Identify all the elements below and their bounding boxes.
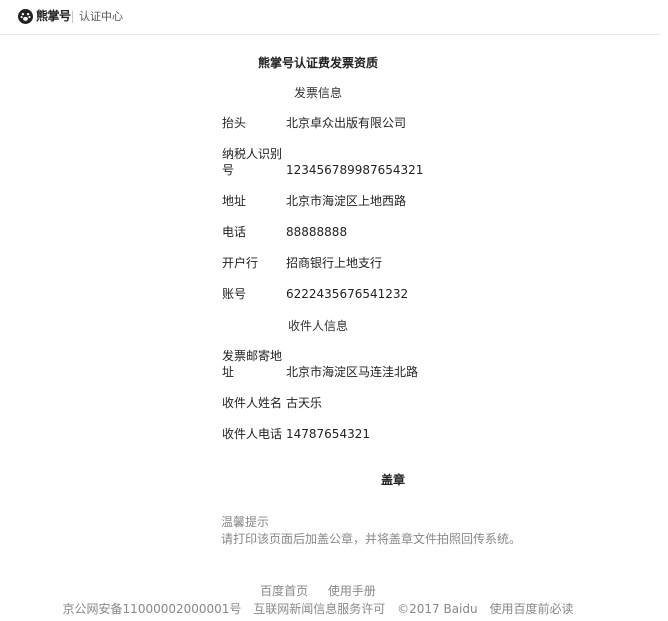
top-header: 熊掌号 认证中心 (0, 0, 660, 35)
footer-link-manual[interactable]: 使用手册 (328, 584, 376, 598)
row-value: 北京卓众出版有限公司 (286, 116, 407, 130)
page-title: 熊掌号认证费发票资质 (257, 56, 378, 70)
row-value: 古天乐 (286, 396, 323, 410)
row-label: 收件人姓名 (222, 396, 283, 410)
row-label: 纳税人识别号 (222, 147, 283, 177)
header-divider (72, 11, 73, 23)
invoice-section-heading: 发票信息 (294, 86, 343, 100)
row-label: 地址 (222, 194, 247, 208)
row-value: 123456789987654321 (286, 163, 424, 177)
row-label: 抬头 (222, 116, 247, 130)
footer-terms-link[interactable]: 使用百度前必读 (489, 602, 573, 616)
footer-link-baidu-home[interactable]: 百度首页 (260, 584, 308, 598)
row-value: 88888888 (286, 225, 348, 239)
brand-name[interactable]: 熊掌号 (36, 9, 71, 24)
row-value: 北京市海淀区上地西路 (286, 194, 407, 208)
row-label: 收件人电话 (222, 427, 283, 441)
row-value: 招商银行上地支行 (286, 256, 383, 270)
row-label: 账号 (222, 287, 247, 301)
recipient-section-heading: 收件人信息 (288, 319, 349, 333)
row-value: 14787654321 (286, 427, 370, 441)
stamp-label: 盖章 (381, 473, 406, 487)
footer-copyright: 京公网安备11000002000001号 互联网新闻信息服务许可 ©2017 B… (0, 600, 636, 617)
footer-icp-text[interactable]: 京公网安备11000002000001号 (63, 602, 242, 616)
row-value: 北京市海淀区马连洼北路 (286, 365, 419, 379)
row-label: 电话 (222, 225, 247, 239)
footer-copyright-text: ©2017 Baidu (397, 602, 478, 616)
paw-icon[interactable] (18, 9, 33, 24)
header-subtitle: 认证中心 (79, 10, 123, 23)
footer-links: 百度首页 使用手册 (0, 582, 636, 599)
tips-title: 温馨提示 (221, 515, 270, 529)
row-label: 发票邮寄地址 (222, 349, 283, 379)
tips-text: 请打印该页面后加盖公章，并将盖章文件拍照回传系统。 (221, 532, 522, 546)
row-label: 开户行 (222, 256, 259, 270)
footer-license-link[interactable]: 互联网新闻信息服务许可 (253, 602, 385, 616)
row-value: 6222435676541232 (286, 287, 409, 301)
